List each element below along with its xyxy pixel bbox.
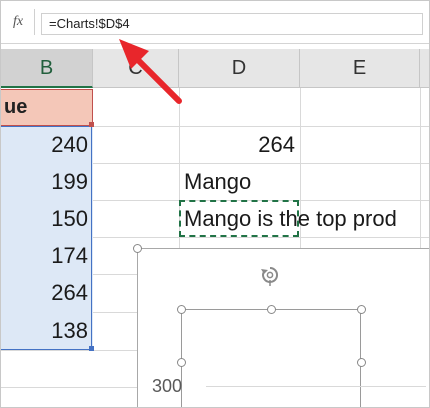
- formula-bar: fx =Charts!$D$4: [1, 1, 429, 44]
- title-resize-handle[interactable]: [177, 305, 186, 314]
- title-resize-handle[interactable]: [177, 358, 186, 367]
- column-header-d[interactable]: D: [179, 49, 300, 88]
- referenced-header-border: [1, 89, 93, 126]
- chart-y-tick-label: 300: [152, 376, 183, 396]
- arrow-annotation: [119, 39, 182, 104]
- formula-input[interactable]: =Charts!$D$4: [41, 13, 423, 35]
- title-resize-handle[interactable]: [267, 305, 276, 314]
- insert-function-icon[interactable]: fx: [5, 11, 31, 33]
- range-resize-handle[interactable]: [89, 346, 94, 351]
- copy-marquee: [179, 200, 299, 237]
- chart-resize-handle[interactable]: [133, 244, 142, 253]
- chart-gridline: [206, 386, 426, 387]
- column-header-f[interactable]: [420, 49, 429, 88]
- spreadsheet-window: fx =Charts!$D$4 B C D E ue 240 199 150 1…: [0, 0, 430, 408]
- cell-d-value[interactable]: 264: [179, 126, 295, 164]
- formula-bar-divider: [34, 9, 35, 35]
- cell-d-fruit[interactable]: Mango: [184, 163, 251, 201]
- rotate-icon[interactable]: [260, 264, 280, 286]
- referenced-range-border: [1, 126, 92, 350]
- chart-title-box[interactable]: [181, 309, 361, 407]
- column-header-b[interactable]: B: [1, 49, 93, 88]
- title-resize-handle[interactable]: [357, 358, 366, 367]
- title-resize-handle[interactable]: [357, 305, 366, 314]
- column-header-e[interactable]: E: [300, 49, 420, 88]
- range-resize-handle[interactable]: [89, 122, 94, 127]
